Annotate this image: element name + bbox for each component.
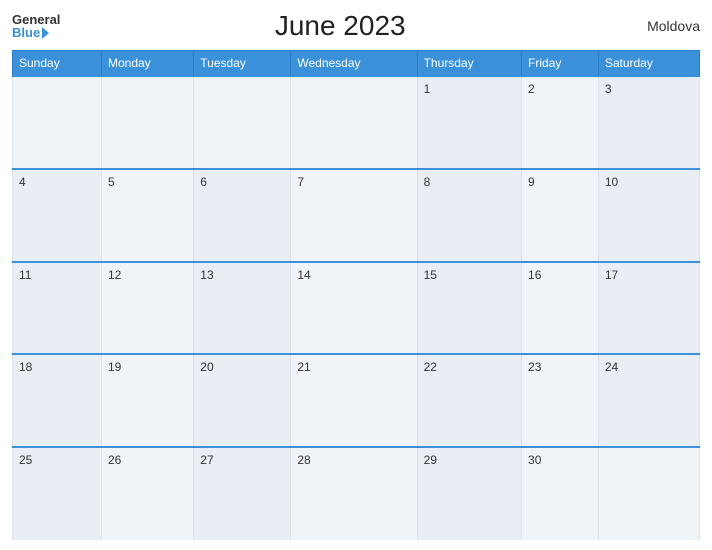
day-number: 13 [200, 268, 213, 282]
day-number: 22 [424, 360, 437, 374]
calendar-cell: 18 [13, 354, 102, 447]
calendar-cell [291, 76, 417, 169]
weekday-header: Saturday [598, 51, 699, 77]
country-label: Moldova [620, 18, 700, 34]
calendar-cell: 22 [417, 354, 521, 447]
weekday-header: Sunday [13, 51, 102, 77]
weekday-header: Wednesday [291, 51, 417, 77]
day-number: 11 [19, 268, 31, 282]
weekday-header: Monday [101, 51, 193, 77]
calendar-cell [598, 447, 699, 540]
calendar-cell: 6 [194, 169, 291, 262]
day-number: 6 [200, 175, 207, 189]
day-number: 19 [108, 360, 121, 374]
calendar-cell: 1 [417, 76, 521, 169]
day-number: 3 [605, 82, 612, 96]
calendar-cell: 20 [194, 354, 291, 447]
logo-blue-text: Blue [12, 26, 60, 39]
calendar-body: 1234567891011121314151617181920212223242… [13, 76, 700, 540]
day-number: 26 [108, 453, 121, 467]
calendar-cell: 11 [13, 262, 102, 355]
day-number: 15 [424, 268, 437, 282]
day-number: 16 [528, 268, 541, 282]
weekday-header-row: SundayMondayTuesdayWednesdayThursdayFrid… [13, 51, 700, 77]
calendar-cell: 8 [417, 169, 521, 262]
calendar-cell [101, 76, 193, 169]
calendar-cell: 28 [291, 447, 417, 540]
calendar-cell: 13 [194, 262, 291, 355]
day-number: 14 [297, 268, 310, 282]
calendar-week-row: 18 19 20 21 22 23 24 [13, 354, 700, 447]
day-number: 21 [297, 360, 310, 374]
calendar-cell: 25 [13, 447, 102, 540]
calendar-cell: 26 [101, 447, 193, 540]
day-number: 29 [424, 453, 437, 467]
calendar-cell: 3 [598, 76, 699, 169]
calendar-page: General Blue June 2023 Moldova SundayMon… [0, 0, 712, 550]
calendar-cell: 17 [598, 262, 699, 355]
calendar-cell: 4 [13, 169, 102, 262]
day-number: 4 [19, 175, 26, 189]
logo: General Blue [12, 13, 60, 39]
day-number: 12 [108, 268, 121, 282]
day-number: 28 [297, 453, 310, 467]
day-number: 17 [605, 268, 618, 282]
calendar-cell: 19 [101, 354, 193, 447]
calendar-week-row: 11 12 13 14 15 16 17 [13, 262, 700, 355]
day-number: 1 [424, 82, 431, 96]
calendar-cell: 29 [417, 447, 521, 540]
calendar-cell: 30 [522, 447, 599, 540]
day-number: 24 [605, 360, 618, 374]
day-number: 5 [108, 175, 115, 189]
day-number: 25 [19, 453, 32, 467]
calendar-table: SundayMondayTuesdayWednesdayThursdayFrid… [12, 50, 700, 540]
month-title: June 2023 [60, 10, 620, 42]
weekday-header: Friday [522, 51, 599, 77]
calendar-week-row: 4 5 6 7 8 9 10 [13, 169, 700, 262]
calendar-cell: 14 [291, 262, 417, 355]
calendar-cell: 21 [291, 354, 417, 447]
day-number: 27 [200, 453, 213, 467]
calendar-week-row: 25 26 27 28 29 30 [13, 447, 700, 540]
day-number: 9 [528, 175, 535, 189]
calendar-week-row: 1 2 3 [13, 76, 700, 169]
day-number: 8 [424, 175, 431, 189]
calendar-cell: 23 [522, 354, 599, 447]
calendar-cell [194, 76, 291, 169]
calendar-cell: 5 [101, 169, 193, 262]
calendar-cell: 7 [291, 169, 417, 262]
day-number: 10 [605, 175, 618, 189]
calendar-cell: 27 [194, 447, 291, 540]
calendar-cell: 2 [522, 76, 599, 169]
logo-triangle-icon [42, 27, 49, 39]
calendar-cell: 9 [522, 169, 599, 262]
calendar-header: General Blue June 2023 Moldova [12, 10, 700, 42]
day-number: 30 [528, 453, 541, 467]
calendar-cell: 15 [417, 262, 521, 355]
calendar-cell: 12 [101, 262, 193, 355]
calendar-cell [13, 76, 102, 169]
weekday-header: Thursday [417, 51, 521, 77]
calendar-cell: 10 [598, 169, 699, 262]
day-number: 23 [528, 360, 541, 374]
calendar-cell: 16 [522, 262, 599, 355]
day-number: 20 [200, 360, 213, 374]
day-number: 18 [19, 360, 32, 374]
weekday-header: Tuesday [194, 51, 291, 77]
day-number: 7 [297, 175, 304, 189]
day-number: 2 [528, 82, 535, 96]
calendar-cell: 24 [598, 354, 699, 447]
